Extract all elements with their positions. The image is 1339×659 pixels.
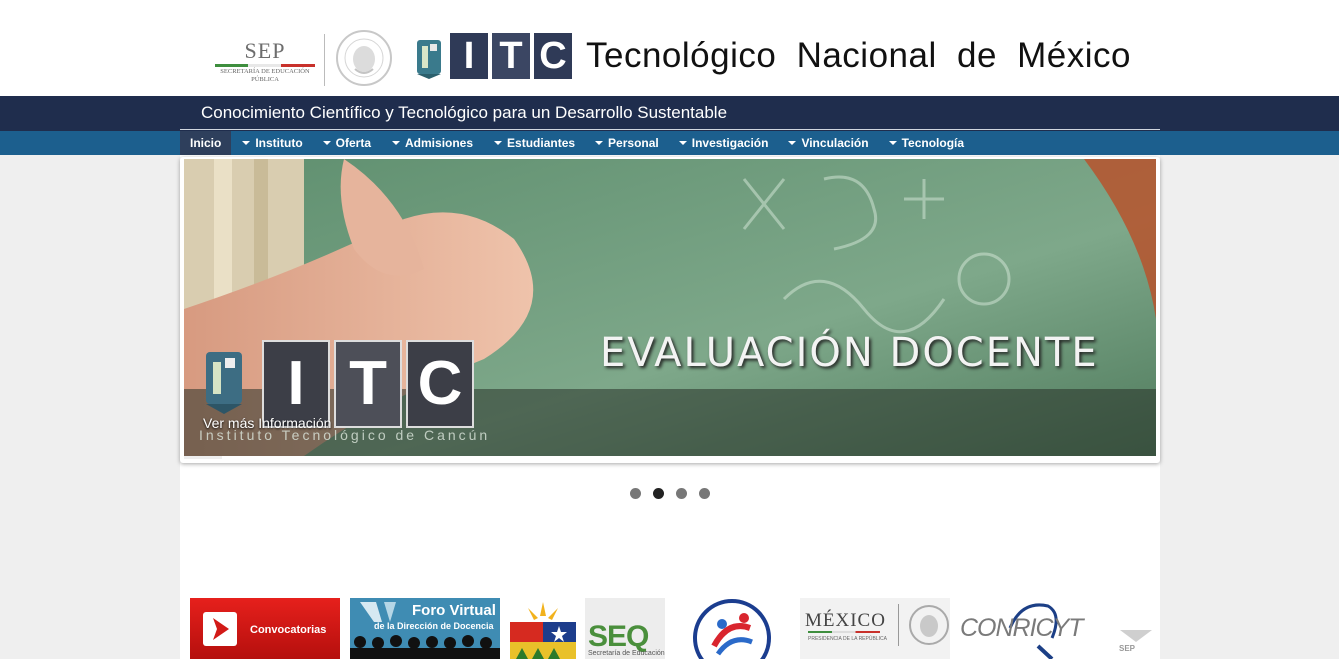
audience-silhouette-icon	[350, 635, 500, 659]
slider-dot-2[interactable]	[653, 488, 664, 499]
slide-itc-letter-t: T	[334, 340, 402, 428]
foro-title: Foro Virtual	[412, 602, 496, 619]
nav-item-label: Vinculación	[801, 136, 869, 150]
caret-down-icon	[595, 141, 604, 145]
mexico-flag-stripe	[808, 631, 880, 633]
meg-banner[interactable]	[692, 598, 772, 659]
nav-item-label: Admisiones	[405, 136, 474, 150]
foro-subtitle: de la Dirección de Docencia	[374, 621, 494, 631]
mexico-divider	[898, 604, 899, 646]
caret-down-icon	[788, 141, 797, 145]
sep-logo[interactable]: SEP SECRETARÍA DE EDUCACIÓN PÚBLICA	[213, 38, 317, 86]
caret-down-icon	[322, 141, 331, 145]
quintana-roo-shield-icon	[510, 602, 576, 659]
caret-down-icon	[888, 141, 897, 145]
sep-logo-stripe	[215, 64, 315, 67]
nav-item-instituto[interactable]: Instituto	[242, 131, 303, 155]
nav-item-estudiantes[interactable]: Estudiantes	[494, 131, 575, 155]
slider-dot-4[interactable]	[699, 488, 710, 499]
caret-down-icon	[494, 141, 503, 145]
main-nav: Inicio Instituto Oferta Admisiones Estud…	[180, 131, 964, 155]
slide-progress-bar	[184, 456, 222, 459]
sep-logo-title: SEP	[244, 38, 286, 63]
itc-shield-icon[interactable]	[413, 34, 445, 80]
nav-item-admisiones[interactable]: Admisiones	[392, 131, 473, 155]
nav-item-label: Estudiantes	[507, 136, 576, 150]
nav-item-vinculacion[interactable]: Vinculación	[788, 131, 869, 155]
nav-item-investigacion[interactable]: Investigación	[678, 131, 769, 155]
slide-more-info-link[interactable]: Ver más Información	[203, 415, 331, 431]
slide-heading: EVALUACIÓN DOCENTE	[600, 330, 1099, 376]
sep-small-banner[interactable]: SEP	[1116, 598, 1156, 659]
slogan-text: Conocimiento Científico y Tecnológico pa…	[201, 103, 728, 122]
slider-dots	[630, 488, 710, 499]
nav-item-label: Personal	[608, 136, 659, 150]
quintana-roo-banner[interactable]	[510, 598, 576, 659]
itc-letter-t: T	[492, 33, 530, 79]
seq-subtitle: Secretaría de Educación	[588, 650, 665, 657]
itc-letter-i: I	[450, 33, 488, 79]
slider-dot-3[interactable]	[676, 488, 687, 499]
gender-equity-logo-icon	[693, 599, 771, 659]
caret-down-icon	[678, 141, 687, 145]
slider-dot-1[interactable]	[630, 488, 641, 499]
itc-shield-icon	[206, 352, 242, 414]
nav-item-label: Tecnología	[901, 136, 965, 150]
nav-item-label: Investigación	[691, 136, 769, 150]
mexico-label: MÉXICO	[805, 610, 886, 631]
header-divider	[324, 34, 325, 86]
nav-item-label: Instituto	[255, 136, 303, 150]
caret-down-icon	[242, 141, 251, 145]
foro-virtual-banner[interactable]: Foro Virtual de la Dirección de Docencia	[350, 598, 500, 659]
itc-letter-c: C	[534, 33, 572, 79]
page-title: Tecnológico Nacional de México	[586, 36, 1131, 75]
conricyt-banner[interactable]: CONRICYT	[958, 598, 1088, 659]
sep-logo-subtitle: SECRETARÍA DE EDUCACIÓN PÚBLICA	[220, 68, 310, 83]
convocatorias-banner[interactable]: Convocatorias	[190, 598, 340, 659]
national-seal-icon	[909, 605, 949, 645]
nav-item-label: Inicio	[190, 136, 222, 150]
convocatorias-label: Convocatorias	[250, 624, 327, 636]
slogan-underline	[180, 129, 1160, 130]
seq-label: SEQ	[588, 620, 649, 653]
nav-item-oferta[interactable]: Oferta	[322, 131, 372, 155]
seq-banner[interactable]: SEQ Secretaría de Educación	[585, 598, 665, 659]
conricyt-label: CONRICYT	[960, 614, 1084, 642]
arrow-right-icon	[203, 612, 237, 646]
mexico-presidencia-banner[interactable]: MÉXICO PRESIDENCIA DE LA REPÚBLICA	[800, 598, 950, 659]
mexico-subtitle: PRESIDENCIA DE LA REPÚBLICA	[808, 636, 887, 642]
nav-item-tecnologia[interactable]: Tecnología	[888, 131, 965, 155]
national-seal-icon	[336, 30, 392, 86]
caret-down-icon	[392, 141, 401, 145]
slide-itc-letter-c: C	[406, 340, 474, 428]
nav-item-inicio[interactable]: Inicio	[180, 131, 232, 155]
nav-item-personal[interactable]: Personal	[595, 131, 659, 155]
sep-small-label: SEP	[1119, 644, 1136, 653]
nav-item-label: Oferta	[335, 136, 372, 150]
